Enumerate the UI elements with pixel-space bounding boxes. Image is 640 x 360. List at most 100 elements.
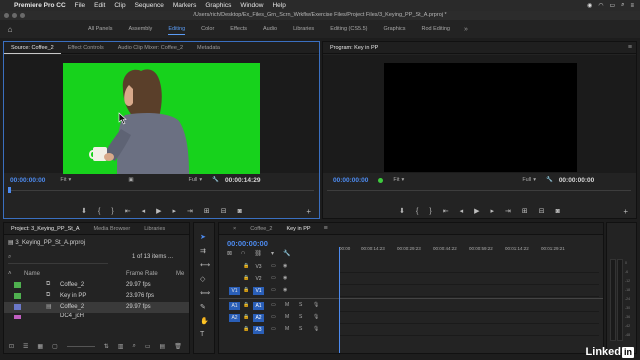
wifi-icon[interactable]: ◠ <box>598 2 603 9</box>
program-settings-wrench-icon[interactable]: 🔧 <box>546 177 553 183</box>
program-step-back-icon[interactable]: ◂ <box>460 207 464 215</box>
source-patch-a2[interactable]: A2 <box>229 314 240 322</box>
add-marker-icon[interactable]: ⬇ <box>81 207 87 215</box>
program-fit-select[interactable]: Fit <box>393 177 399 183</box>
workspace-color[interactable]: Color <box>193 20 222 38</box>
zoom-window-button[interactable] <box>20 13 25 18</box>
source-patch-a1[interactable]: A1 <box>229 302 240 310</box>
workspace-editing[interactable]: Editing <box>160 20 193 38</box>
play-button-icon[interactable]: ▶ <box>156 207 161 215</box>
program-playhead-timecode[interactable]: 00:00:00:00 <box>333 177 368 184</box>
workspace-graphics[interactable]: Graphics <box>375 20 413 38</box>
new-bin-icon[interactable]: ▭ <box>145 343 151 350</box>
voice-over-mic-icon[interactable]: 🎙 <box>313 302 319 308</box>
lock-track-icon[interactable]: 🔒 <box>243 275 249 281</box>
track-target-v2[interactable]: V2 <box>253 275 264 283</box>
menu-edit[interactable]: Edit <box>94 2 105 9</box>
toggle-output-eye-icon[interactable]: ◉ <box>283 287 287 293</box>
program-mark-out-icon[interactable]: } <box>429 208 431 215</box>
label-color-swatch[interactable] <box>14 293 21 299</box>
sync-lock-icon[interactable]: ▭ <box>271 326 276 332</box>
workspace-libraries[interactable]: Libraries <box>285 20 322 38</box>
source-playhead[interactable] <box>8 187 11 193</box>
video-track-v2[interactable]: 🔒 V2 ▭ ◉ <box>219 273 603 285</box>
sort-chevron-icon[interactable]: ˄ <box>8 271 12 277</box>
program-fit-dropdown-icon[interactable]: ▾ <box>402 177 405 183</box>
column-name[interactable]: Name <box>24 271 40 277</box>
new-item-icon[interactable]: ▤ <box>160 343 166 350</box>
snap-icon[interactable]: ∩ <box>241 250 245 257</box>
menu-window[interactable]: Window <box>240 2 263 9</box>
track-lane[interactable] <box>339 300 599 312</box>
program-quality-dropdown-icon[interactable]: ▾ <box>533 177 536 183</box>
zoom-slider[interactable] <box>66 346 95 347</box>
track-lane[interactable] <box>339 261 599 273</box>
program-play-button-icon[interactable]: ▶ <box>474 207 479 215</box>
lock-track-icon[interactable]: 🔒 <box>243 314 249 320</box>
fit-dropdown-icon[interactable]: ▾ <box>69 177 72 183</box>
timeline-playhead-timecode[interactable]: 00:00:00:00 <box>227 239 268 248</box>
menu-help[interactable]: Help <box>272 2 285 9</box>
timeline-settings-wrench-icon[interactable]: 🔧 <box>283 250 290 257</box>
workspace-rod-editing[interactable]: Rod Editing <box>414 20 458 38</box>
track-target-v1[interactable]: V1 <box>253 287 264 295</box>
menu-markers[interactable]: Markers <box>173 2 196 9</box>
tab-effect-controls[interactable]: Effect Controls <box>61 42 111 54</box>
menu-graphics[interactable]: Graphics <box>205 2 231 9</box>
menu-file[interactable]: File <box>75 2 85 9</box>
workspace-audio[interactable]: Audio <box>255 20 285 38</box>
app-menu[interactable]: Premiere Pro CC <box>14 2 66 9</box>
sync-lock-icon[interactable]: ▭ <box>271 314 276 320</box>
label-color-swatch[interactable] <box>14 315 21 319</box>
lift-icon[interactable]: ⊞ <box>522 207 528 215</box>
program-export-frame-icon[interactable]: ◙ <box>556 208 560 215</box>
go-to-in-icon[interactable]: ⇤ <box>125 207 131 215</box>
program-add-marker-icon[interactable]: ⬇ <box>399 207 405 215</box>
track-target-a1[interactable]: A1 <box>253 302 264 310</box>
hand-tool-icon[interactable]: ✋ <box>200 317 209 325</box>
program-go-to-in-icon[interactable]: ⇤ <box>443 207 449 215</box>
sync-lock-icon[interactable]: ▭ <box>271 275 276 281</box>
mute-icon[interactable]: M <box>285 314 289 320</box>
lock-track-icon[interactable]: 🔒 <box>243 287 249 293</box>
button-editor-plus-icon[interactable]: + <box>306 207 311 216</box>
tab-metadata[interactable]: Metadata <box>190 42 227 54</box>
audio-track-a1[interactable]: A1 🔒 A1 ▭ M S 🎙 <box>219 300 603 312</box>
program-panel-menu-icon[interactable]: ≡ <box>628 44 632 51</box>
program-time-ruler[interactable] <box>327 187 631 193</box>
sync-lock-icon[interactable]: ▭ <box>271 263 276 269</box>
source-marker-icon[interactable]: ▣ <box>128 177 133 183</box>
tab-sequence-key-in-pp[interactable]: Key in PP <box>279 223 317 235</box>
source-playhead-timecode[interactable]: 00:00:00:00 <box>10 177 45 184</box>
source-fit-select[interactable]: Fit <box>60 177 66 183</box>
tab-source[interactable]: Source: Coffee_2 <box>4 42 61 54</box>
nest-toggle-icon[interactable]: ⊠ <box>227 250 232 257</box>
source-settings-wrench-icon[interactable]: 🔧 <box>212 177 219 183</box>
solo-icon[interactable]: S <box>299 326 302 332</box>
workspaces-overflow-icon[interactable]: » <box>464 26 468 33</box>
tab-libraries[interactable]: Libraries <box>137 223 172 235</box>
workspace-effects[interactable]: Effects <box>222 20 255 38</box>
track-lane[interactable] <box>339 273 599 285</box>
minimize-window-button[interactable] <box>12 13 17 18</box>
pen-tool-icon[interactable]: ✎ <box>200 303 206 311</box>
track-target-a2[interactable]: A2 <box>253 314 264 322</box>
list-icon[interactable]: ≡ <box>630 3 634 9</box>
mute-icon[interactable]: M <box>285 326 289 332</box>
linked-selection-icon[interactable]: ⛓ <box>254 250 262 257</box>
lock-track-icon[interactable]: 🔒 <box>243 326 249 332</box>
trash-icon[interactable]: 🗑 <box>174 343 182 350</box>
track-target-a3[interactable]: A3 <box>253 326 264 334</box>
tab-project[interactable]: Project: 3_Keying_PP_St_A <box>4 223 87 235</box>
ripple-edit-tool-icon[interactable]: ⟷ <box>200 261 210 269</box>
project-item-row[interactable]: ▤ Coffee_2 29.97 fps <box>4 302 189 313</box>
track-lane[interactable] <box>339 324 599 336</box>
lock-icon[interactable]: ⊡ <box>9 343 14 350</box>
export-frame-icon[interactable]: ◙ <box>238 208 242 215</box>
list-view-icon[interactable]: ☰ <box>23 343 28 350</box>
razor-tool-icon[interactable]: ◇ <box>200 275 205 283</box>
audio-track-a3[interactable]: 🔒 A3 ▭ M S 🎙 <box>219 324 603 336</box>
program-button-editor-plus-icon[interactable]: + <box>623 207 628 216</box>
source-quality-select[interactable]: Full <box>189 177 198 183</box>
track-select-tool-icon[interactable]: ⇉ <box>200 247 206 255</box>
